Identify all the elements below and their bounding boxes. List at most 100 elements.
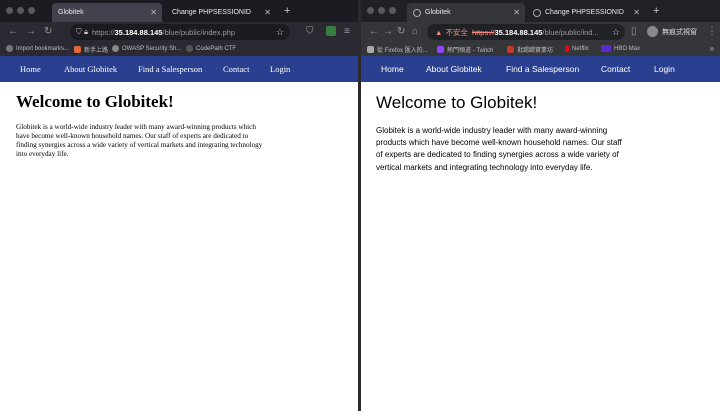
warning-icon: ▲ <box>435 27 443 37</box>
menu-icon[interactable]: ≡ <box>344 26 350 37</box>
firefox-window: Globitek ✕ Change PHPSESSIONID ✕ + ← → ↻… <box>0 0 358 411</box>
import-icon <box>6 45 13 52</box>
bookmark-label: Import bookmarks... <box>16 45 70 52</box>
chrome-window: Globitek ✕ Change PHPSESSIONID ✕ + ← → ↻… <box>361 0 720 411</box>
url-path: /blue/public/index.php <box>162 27 236 37</box>
bookmark-star-icon[interactable]: ☆ <box>612 27 620 38</box>
bookmark-item[interactable]: Import bookmarks... <box>6 45 69 52</box>
new-tab-plus-icon[interactable]: + <box>284 5 290 17</box>
window-controls <box>367 7 396 14</box>
url-host: 35.184.88.145 <box>114 27 163 37</box>
extension-icon[interactable] <box>326 26 336 36</box>
bookmark-label: Netflix <box>572 45 589 52</box>
close-icon[interactable]: ✕ <box>633 8 640 17</box>
window-controls <box>6 7 35 14</box>
tab-label: Globitek <box>58 9 84 16</box>
chrome-bookmarks-bar: 從 Firefox 匯入的... 熱門頻道 - Twitch 批踢踢實業坊 Ne… <box>361 42 720 56</box>
minimize-window-button[interactable] <box>17 7 24 14</box>
bookmark-item[interactable]: 從 Firefox 匯入的... <box>367 45 428 54</box>
maximize-window-button[interactable] <box>28 7 35 14</box>
bookmark-item[interactable]: CodePath CTF <box>186 45 236 52</box>
nav-home-link[interactable]: Home <box>381 64 404 74</box>
globe-icon <box>533 8 541 17</box>
url-path: /blue/public/ind... <box>542 27 599 37</box>
close-icon[interactable]: ✕ <box>150 8 157 17</box>
reload-icon[interactable]: ↻ <box>44 26 52 37</box>
tab-label: Change PHPSESSIONID <box>545 9 624 16</box>
url-prefix: https:// <box>471 27 495 37</box>
minimize-window-button[interactable] <box>378 7 385 14</box>
nav-salesperson-link[interactable]: Find a Salesperson <box>506 64 579 74</box>
owasp-icon <box>112 45 119 52</box>
nav-salesperson-link[interactable]: Find a Salesperson <box>138 64 202 74</box>
url-prefix: https:// <box>92 27 115 37</box>
close-icon[interactable]: ✕ <box>264 8 271 17</box>
bookmark-item[interactable]: 熱門頻道 - Twitch <box>437 45 493 54</box>
url-bar[interactable]: ▲ 不安全 https://35.184.88.145/blue/public/… <box>427 24 625 40</box>
back-arrow-icon[interactable]: ← <box>369 26 379 37</box>
bookmark-item[interactable]: OWASP Security Sh... <box>112 45 181 52</box>
bookmark-label: 熱門頻道 - Twitch <box>447 48 494 54</box>
tab-globitek[interactable]: Globitek ✕ <box>407 3 525 22</box>
nav-login-link[interactable]: Login <box>270 64 290 74</box>
intro-paragraph: Globitek is a world-wide industry leader… <box>376 126 622 172</box>
more-menu-icon[interactable]: ⋮ <box>707 26 717 37</box>
avatar[interactable] <box>647 26 658 37</box>
chrome-tab-bar: Globitek ✕ Change PHPSESSIONID ✕ + <box>361 0 720 22</box>
nav-login-link[interactable]: Login <box>654 64 675 74</box>
folder-icon <box>367 46 374 53</box>
codepath-icon <box>186 45 193 52</box>
bookmark-label: 從 Firefox 匯入的... <box>377 48 428 54</box>
nav-about-link[interactable]: About Globitek <box>64 64 117 74</box>
back-arrow-icon[interactable]: ← <box>8 26 18 37</box>
bookmark-label: CodePath CTF <box>196 45 237 52</box>
bookmark-item[interactable]: 新手上路 <box>74 45 108 54</box>
bookmark-star-icon[interactable]: ☆ <box>276 27 284 38</box>
nav-contact-link[interactable]: Contact <box>223 64 249 74</box>
nav-home-link[interactable]: Home <box>20 64 41 74</box>
tab-label: Change PHPSESSIONID <box>172 9 251 16</box>
firefox-toolbar: ← → ↻ ⛉ 🔒︎ https://35.184.88.145/blue/pu… <box>0 22 358 42</box>
more-bookmarks-icon[interactable]: » <box>710 44 714 53</box>
page-title: Welcome to Globitek! <box>16 92 174 111</box>
shield-icon: ⛉ <box>76 27 82 36</box>
hbo-icon <box>601 45 611 52</box>
tab-change-phpsessionid[interactable]: Change PHPSESSIONID ✕ <box>166 3 276 22</box>
close-icon[interactable]: ✕ <box>513 8 520 17</box>
netflix-icon <box>565 45 569 52</box>
bookmark-item[interactable]: Netflix <box>565 45 589 52</box>
nav-about-link[interactable]: About Globitek <box>426 64 482 74</box>
firefox-bookmarks-bar: Import bookmarks... 新手上路 OWASP Security … <box>0 42 358 56</box>
bookmark-label: OWASP Security Sh... <box>122 45 182 52</box>
firefox-icon <box>74 46 81 53</box>
close-window-button[interactable] <box>6 7 13 14</box>
maximize-window-button[interactable] <box>389 7 396 14</box>
bookmark-label: 新手上路 <box>84 48 109 54</box>
site-nav: Home About Globitek Find a Salesperson C… <box>0 56 358 82</box>
url-bar[interactable]: ⛉ 🔒︎ https://35.184.88.145/blue/public/i… <box>70 24 290 40</box>
bookmark-item[interactable]: 批踢踢實業坊 <box>507 45 553 54</box>
bookmark-label: 批踢踢實業坊 <box>517 48 554 54</box>
page-title: Welcome to Globitek! <box>376 93 538 112</box>
new-tab-plus-icon[interactable]: + <box>653 5 659 17</box>
tab-label: Globitek <box>425 9 451 16</box>
tab-change-phpsessionid[interactable]: Change PHPSESSIONID ✕ <box>527 3 645 22</box>
not-secure-label: 不安全 <box>445 27 468 37</box>
bookmark-item[interactable]: HBO Max <box>601 45 640 52</box>
intro-paragraph: Globitek is a world-wide industry leader… <box>16 123 263 158</box>
home-icon[interactable]: ⌂ <box>412 26 418 37</box>
pocket-icon[interactable]: ⛉ <box>306 26 314 37</box>
sidepanel-icon[interactable]: ▯ <box>631 26 637 37</box>
forward-arrow-icon[interactable]: → <box>383 26 393 37</box>
globe-icon <box>413 8 421 17</box>
bookmark-label: HBO Max <box>614 45 641 52</box>
tab-globitek[interactable]: Globitek ✕ <box>52 3 162 22</box>
lock-icon: 🔒︎ <box>84 27 88 36</box>
nav-contact-link[interactable]: Contact <box>601 64 630 74</box>
twitch-icon <box>437 46 444 53</box>
close-window-button[interactable] <box>367 7 374 14</box>
reload-icon[interactable]: ↻ <box>397 26 405 37</box>
forward-arrow-icon[interactable]: → <box>26 26 36 37</box>
url-host: 35.184.88.145 <box>494 27 543 37</box>
page-content: Home About Globitek Find a Salesperson C… <box>361 56 720 411</box>
